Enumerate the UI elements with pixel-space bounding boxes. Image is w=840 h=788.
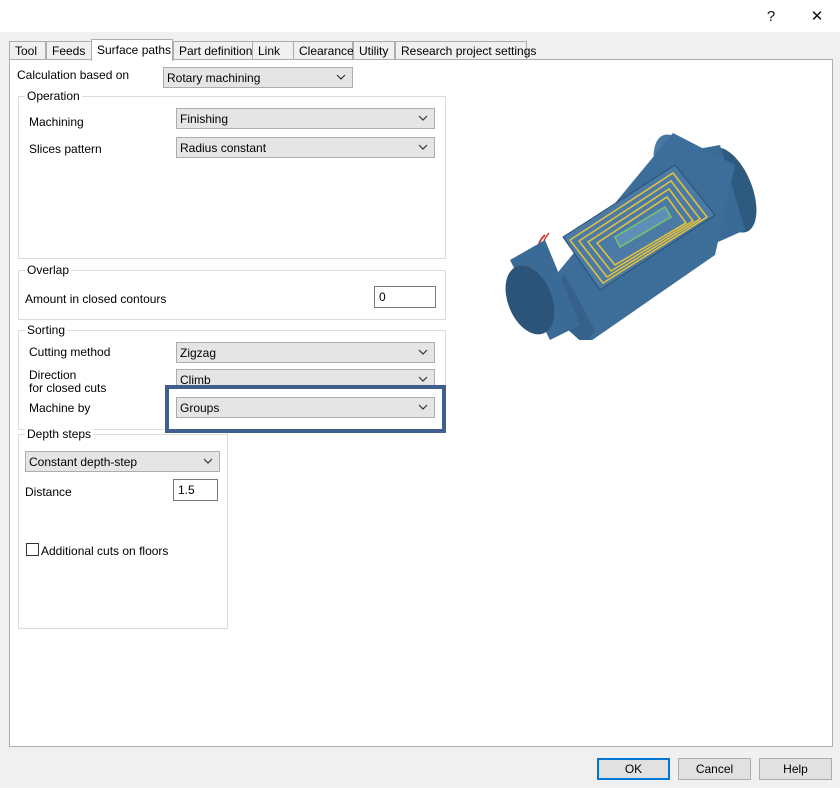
tab-surface-paths[interactable]: Surface paths xyxy=(91,39,173,61)
cutting-method-label: Cutting method xyxy=(29,345,111,359)
machining-select[interactable]: Finishing xyxy=(176,108,435,129)
tab-research-project-settings[interactable]: Research project settings xyxy=(395,41,536,60)
cutting-method-select[interactable]: Zigzag xyxy=(176,342,435,363)
depth-mode-value: Constant depth-step xyxy=(29,455,138,469)
distance-input[interactable]: 1.5 xyxy=(173,479,218,501)
help-button[interactable]: Help xyxy=(759,758,832,780)
tab-part-definition[interactable]: Part definition xyxy=(173,41,257,60)
tab-utility[interactable]: Utility xyxy=(353,41,395,60)
overlap-title: Overlap xyxy=(25,263,72,277)
tab-link[interactable]: Link xyxy=(252,41,294,60)
chevron-down-icon xyxy=(418,376,428,382)
slices-pattern-select[interactable]: Radius constant xyxy=(176,137,435,158)
machining-label: Machining xyxy=(29,115,84,129)
machine-by-label: Machine by xyxy=(29,401,91,415)
close-icon[interactable]: ✕ xyxy=(794,0,840,32)
additional-cuts-checkbox[interactable] xyxy=(26,543,39,556)
chevron-down-icon xyxy=(203,458,213,464)
machine-by-value: Groups xyxy=(180,401,220,415)
amount-closed-contours-input[interactable]: 0 xyxy=(374,286,436,308)
help-icon[interactable]: ? xyxy=(748,0,794,32)
cancel-button[interactable]: Cancel xyxy=(678,758,751,780)
direction-label-line1: Direction xyxy=(29,368,77,382)
additional-cuts-label: Additional cuts on floors xyxy=(41,544,169,558)
chevron-down-icon xyxy=(336,74,346,80)
direction-label-line2: for closed cuts xyxy=(29,381,107,395)
calculation-value: Rotary machining xyxy=(167,71,261,85)
distance-label: Distance xyxy=(25,485,72,499)
machine-by-select[interactable]: Groups xyxy=(176,397,435,418)
chevron-down-icon xyxy=(418,115,428,121)
title-bar: ? ✕ xyxy=(0,0,840,32)
sorting-title: Sorting xyxy=(25,323,68,337)
chevron-down-icon xyxy=(418,404,428,410)
calculation-label: Calculation based on xyxy=(17,68,130,82)
depth-steps-title: Depth steps xyxy=(25,427,94,441)
calculation-select[interactable]: Rotary machining xyxy=(163,67,353,88)
slices-pattern-value: Radius constant xyxy=(180,141,267,155)
operation-title: Operation xyxy=(25,89,82,103)
chevron-down-icon xyxy=(418,144,428,150)
ok-button[interactable]: OK xyxy=(597,758,670,780)
tab-feeds[interactable]: Feeds xyxy=(46,41,92,60)
amount-closed-contours-label: Amount in closed contours xyxy=(25,292,167,306)
slices-pattern-label: Slices pattern xyxy=(29,142,102,156)
depth-mode-select[interactable]: Constant depth-step xyxy=(25,451,220,472)
surface-paths-panel: Calculation based on Rotary machining Op… xyxy=(9,59,833,747)
cutting-method-value: Zigzag xyxy=(180,346,217,360)
tab-clearance[interactable]: Clearance xyxy=(293,41,354,60)
chevron-down-icon xyxy=(418,349,428,355)
machining-value: Finishing xyxy=(180,112,229,126)
tab-tool[interactable]: Tool xyxy=(9,41,46,60)
part-preview-image xyxy=(505,133,757,340)
